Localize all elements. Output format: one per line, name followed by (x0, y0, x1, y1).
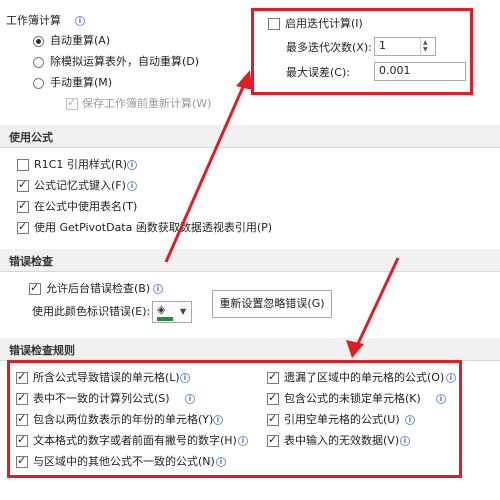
annotation-arrows (164, 70, 400, 358)
arrow-head-icon (346, 340, 364, 358)
arrow-to-iteration (164, 79, 248, 263)
arrow-to-rules (354, 257, 400, 349)
arrow-head-icon (236, 70, 252, 90)
